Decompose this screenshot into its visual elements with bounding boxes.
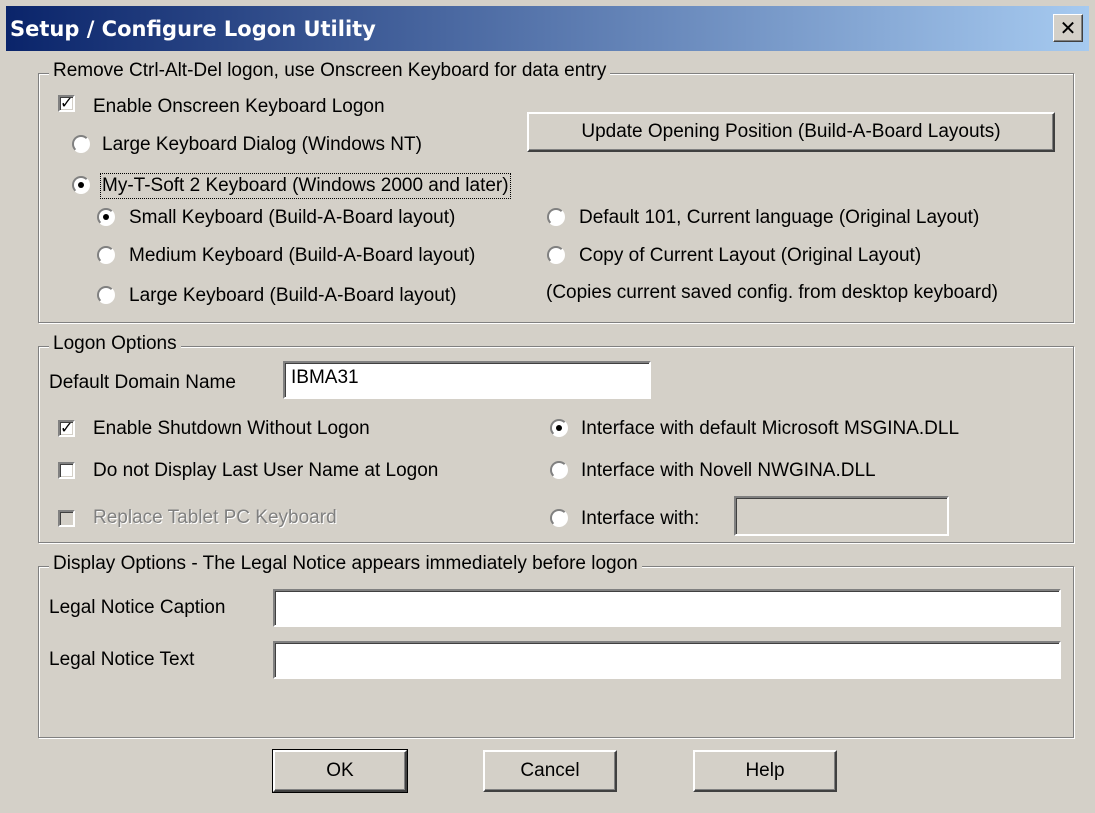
- large-dialog-label[interactable]: Large Keyboard Dialog (Windows NT): [102, 134, 422, 156]
- small-keyboard-label[interactable]: Small Keyboard (Build-A-Board layout): [129, 207, 455, 229]
- update-position-button[interactable]: Update Opening Position (Build-A-Board L…: [527, 112, 1055, 152]
- tablet-label[interactable]: Replace Tablet PC Keyboard: [93, 507, 337, 529]
- nwgina-radio[interactable]: [550, 461, 568, 479]
- other-interface-label[interactable]: Interface with:: [581, 508, 699, 530]
- copy-note: (Copies current saved config. from deskt…: [546, 282, 998, 303]
- enable-onscreen-checkbox[interactable]: ✓: [58, 95, 75, 112]
- copy-current-radio[interactable]: [547, 246, 565, 264]
- onscreen-group-legend: Remove Ctrl-Alt-Del logon, use Onscreen …: [49, 60, 611, 82]
- no-last-user-checkbox[interactable]: [58, 462, 75, 479]
- domain-input[interactable]: IBMA31: [283, 361, 651, 399]
- other-interface-radio[interactable]: [550, 509, 568, 527]
- shutdown-checkbox[interactable]: ✓: [58, 420, 75, 437]
- cancel-button[interactable]: Cancel: [483, 750, 617, 792]
- caption-input[interactable]: [273, 589, 1061, 627]
- mytsoft-label[interactable]: My-T-Soft 2 Keyboard (Windows 2000 and l…: [100, 173, 511, 199]
- onscreen-keyboard-group: Remove Ctrl-Alt-Del logon, use Onscreen …: [38, 60, 1074, 323]
- caption-label: Legal Notice Caption: [49, 597, 226, 618]
- msgina-label[interactable]: Interface with default Microsoft MSGINA.…: [581, 418, 959, 440]
- no-last-user-label[interactable]: Do not Display Last User Name at Logon: [93, 460, 438, 482]
- close-icon[interactable]: ✕: [1053, 14, 1083, 42]
- help-button[interactable]: Help: [693, 750, 837, 792]
- medium-keyboard-radio[interactable]: [97, 246, 115, 264]
- domain-label: Default Domain Name: [49, 372, 236, 393]
- large-dialog-radio[interactable]: [72, 135, 90, 153]
- logon-options-group: Logon Options Default Domain Name IBMA31…: [38, 333, 1074, 543]
- msgina-radio[interactable]: [550, 419, 568, 437]
- default101-label[interactable]: Default 101, Current language (Original …: [579, 207, 979, 229]
- large-keyboard-radio[interactable]: [97, 286, 115, 304]
- shutdown-label[interactable]: Enable Shutdown Without Logon: [93, 418, 370, 440]
- nwgina-label[interactable]: Interface with Novell NWGINA.DLL: [581, 460, 876, 482]
- large-keyboard-label[interactable]: Large Keyboard (Build-A-Board layout): [129, 285, 456, 307]
- small-keyboard-radio[interactable]: [97, 208, 115, 226]
- copy-current-label[interactable]: Copy of Current Layout (Original Layout): [579, 245, 921, 267]
- mytsoft-radio[interactable]: [72, 176, 90, 194]
- ok-button[interactable]: OK: [272, 749, 408, 793]
- enable-onscreen-label[interactable]: Enable Onscreen Keyboard Logon: [93, 96, 385, 118]
- tablet-checkbox[interactable]: [58, 510, 75, 527]
- medium-keyboard-label[interactable]: Medium Keyboard (Build-A-Board layout): [129, 245, 475, 267]
- display-options-group: Display Options - The Legal Notice appea…: [38, 553, 1074, 738]
- text-label: Legal Notice Text: [49, 649, 195, 670]
- logon-group-legend: Logon Options: [49, 333, 181, 355]
- default101-radio[interactable]: [547, 208, 565, 226]
- setup-dialog: Setup / Configure Logon Utility ✕ Remove…: [0, 0, 1095, 813]
- window-title: Setup / Configure Logon Utility: [10, 17, 376, 41]
- other-interface-input[interactable]: [734, 496, 949, 536]
- display-group-legend: Display Options - The Legal Notice appea…: [49, 553, 642, 575]
- title-bar[interactable]: Setup / Configure Logon Utility ✕: [6, 6, 1089, 51]
- text-input[interactable]: [273, 641, 1061, 679]
